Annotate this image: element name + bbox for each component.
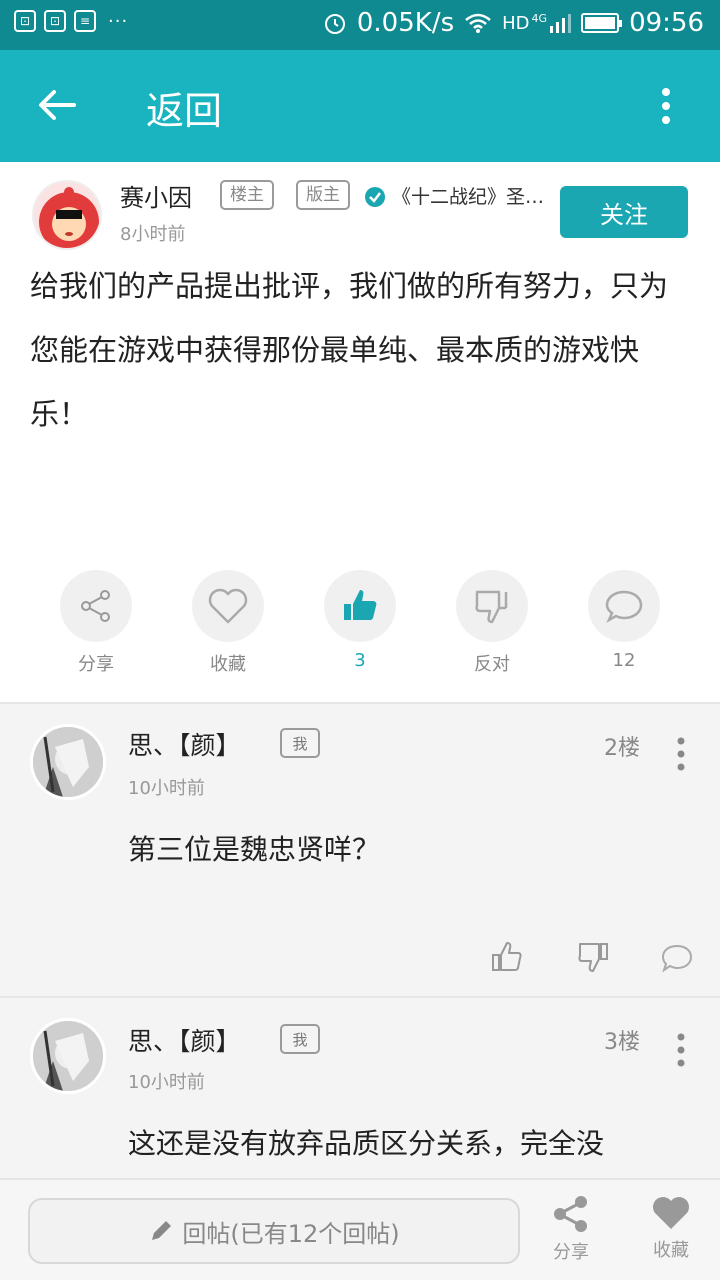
share-icon	[81, 590, 110, 622]
post-time: 8小时前	[120, 224, 186, 245]
pencil-icon	[152, 1221, 172, 1240]
like-count: 3	[354, 650, 366, 671]
post-body: 给我们的产品提出批评，我们做的所有努力，只为您能在游戏中获得那份最单纯、最本质的…	[30, 269, 669, 431]
thumbs-down-icon	[475, 590, 508, 624]
network-type: HD	[502, 12, 530, 34]
owner-tag: 楼主	[220, 180, 274, 210]
reply-avatar[interactable]	[30, 1018, 106, 1094]
comment-action[interactable]: 12	[579, 570, 669, 671]
heart-icon	[208, 588, 248, 624]
status-left: ⊡ ⊡ ≡ ···	[14, 10, 128, 32]
alarm-icon	[324, 14, 345, 34]
battery-icon	[581, 13, 623, 33]
dislike-action[interactable]: 反对	[447, 570, 537, 676]
more-options-icon[interactable]	[660, 86, 672, 126]
reply-time: 10小时前	[128, 778, 205, 799]
reply-text: 这还是没有放弃品质区分关系，完全没	[128, 1127, 605, 1160]
reply-author[interactable]: 思、【颜】	[128, 1022, 241, 1058]
signal-icon	[550, 14, 572, 33]
reply-menu-icon[interactable]	[676, 736, 686, 772]
status-more: ···	[108, 10, 129, 32]
reply-item: 思、【颜】 我 2楼 10小时前 第三位是魏忠贤咩？	[0, 704, 720, 996]
app-header: 返回	[0, 50, 720, 162]
follow-button[interactable]: 关注	[560, 186, 688, 238]
favorite-label: 收藏	[210, 654, 246, 675]
floor-number: 2楼	[604, 736, 640, 761]
verified-icon	[365, 187, 385, 207]
bottom-favorite-label: 收藏	[653, 1240, 689, 1261]
reply-placeholder: 回帖(已有12个回帖)	[182, 1219, 400, 1248]
reply-time: 10小时前	[128, 1072, 205, 1093]
reply-menu-icon[interactable]	[676, 1032, 686, 1068]
wifi-icon	[465, 13, 491, 33]
reply-like-icon[interactable]	[490, 940, 524, 974]
reply-dislike-icon[interactable]	[576, 940, 610, 974]
floor-number: 3楼	[604, 1030, 640, 1055]
heart-icon	[653, 1197, 689, 1229]
bottom-favorite-button[interactable]: 收藏	[636, 1194, 706, 1262]
signal-label: 4G	[531, 11, 548, 25]
network-speed: 0.05K/s	[356, 8, 455, 38]
me-tag: 我	[280, 728, 320, 758]
comment-circle[interactable]	[588, 570, 660, 642]
back-label[interactable]: 返回	[146, 80, 222, 135]
bottom-share-label: 分享	[553, 1242, 589, 1263]
reply-text: 第三位是魏忠贤咩？	[128, 833, 381, 866]
moderator-tag: 版主	[296, 180, 350, 210]
message-icon: ≡	[74, 10, 96, 32]
favorite-circle[interactable]	[192, 570, 264, 642]
share-circle[interactable]	[60, 570, 132, 642]
like-circle[interactable]	[324, 570, 396, 642]
status-right: 0.05K/s HD 4G 09:56	[323, 8, 704, 38]
comment-icon	[605, 590, 643, 623]
notification-icon: ⊡	[44, 10, 66, 32]
reply-comment-icon[interactable]	[660, 942, 694, 976]
dislike-circle[interactable]	[456, 570, 528, 642]
game-name[interactable]: 《十二战纪》圣…	[392, 182, 548, 209]
notification-icon: ⊡	[14, 10, 36, 32]
bottom-bar: 回帖(已有12个回帖) 分享 收藏	[0, 1178, 720, 1280]
reply-input[interactable]: 回帖(已有12个回帖)	[28, 1198, 520, 1264]
share-label: 分享	[78, 654, 114, 675]
comment-count: 12	[612, 650, 636, 671]
back-arrow-icon[interactable]	[36, 84, 78, 126]
status-bar: ⊡ ⊡ ≡ ··· 0.05K/s HD 4G 09:56	[0, 0, 720, 50]
like-action[interactable]: 3	[315, 570, 405, 671]
reply-avatar[interactable]	[30, 724, 106, 800]
share-action[interactable]: 分享	[51, 570, 141, 676]
me-tag: 我	[280, 1024, 320, 1054]
author-avatar[interactable]	[32, 180, 102, 250]
post-actions: 分享 收藏 3 反对 12	[0, 570, 720, 680]
reply-item: 思、【颜】 我 3楼 10小时前 这还是没有放弃品质区分关系，完全没	[0, 998, 720, 1178]
bottom-share-button[interactable]: 分享	[536, 1194, 606, 1264]
reply-author[interactable]: 思、【颜】	[128, 726, 241, 762]
clock: 09:56	[629, 8, 704, 38]
share-icon	[554, 1196, 587, 1232]
thumbs-up-icon	[344, 590, 377, 620]
author-name[interactable]: 赛小因	[120, 178, 192, 213]
dislike-label: 反对	[474, 654, 510, 675]
favorite-action[interactable]: 收藏	[183, 570, 273, 676]
